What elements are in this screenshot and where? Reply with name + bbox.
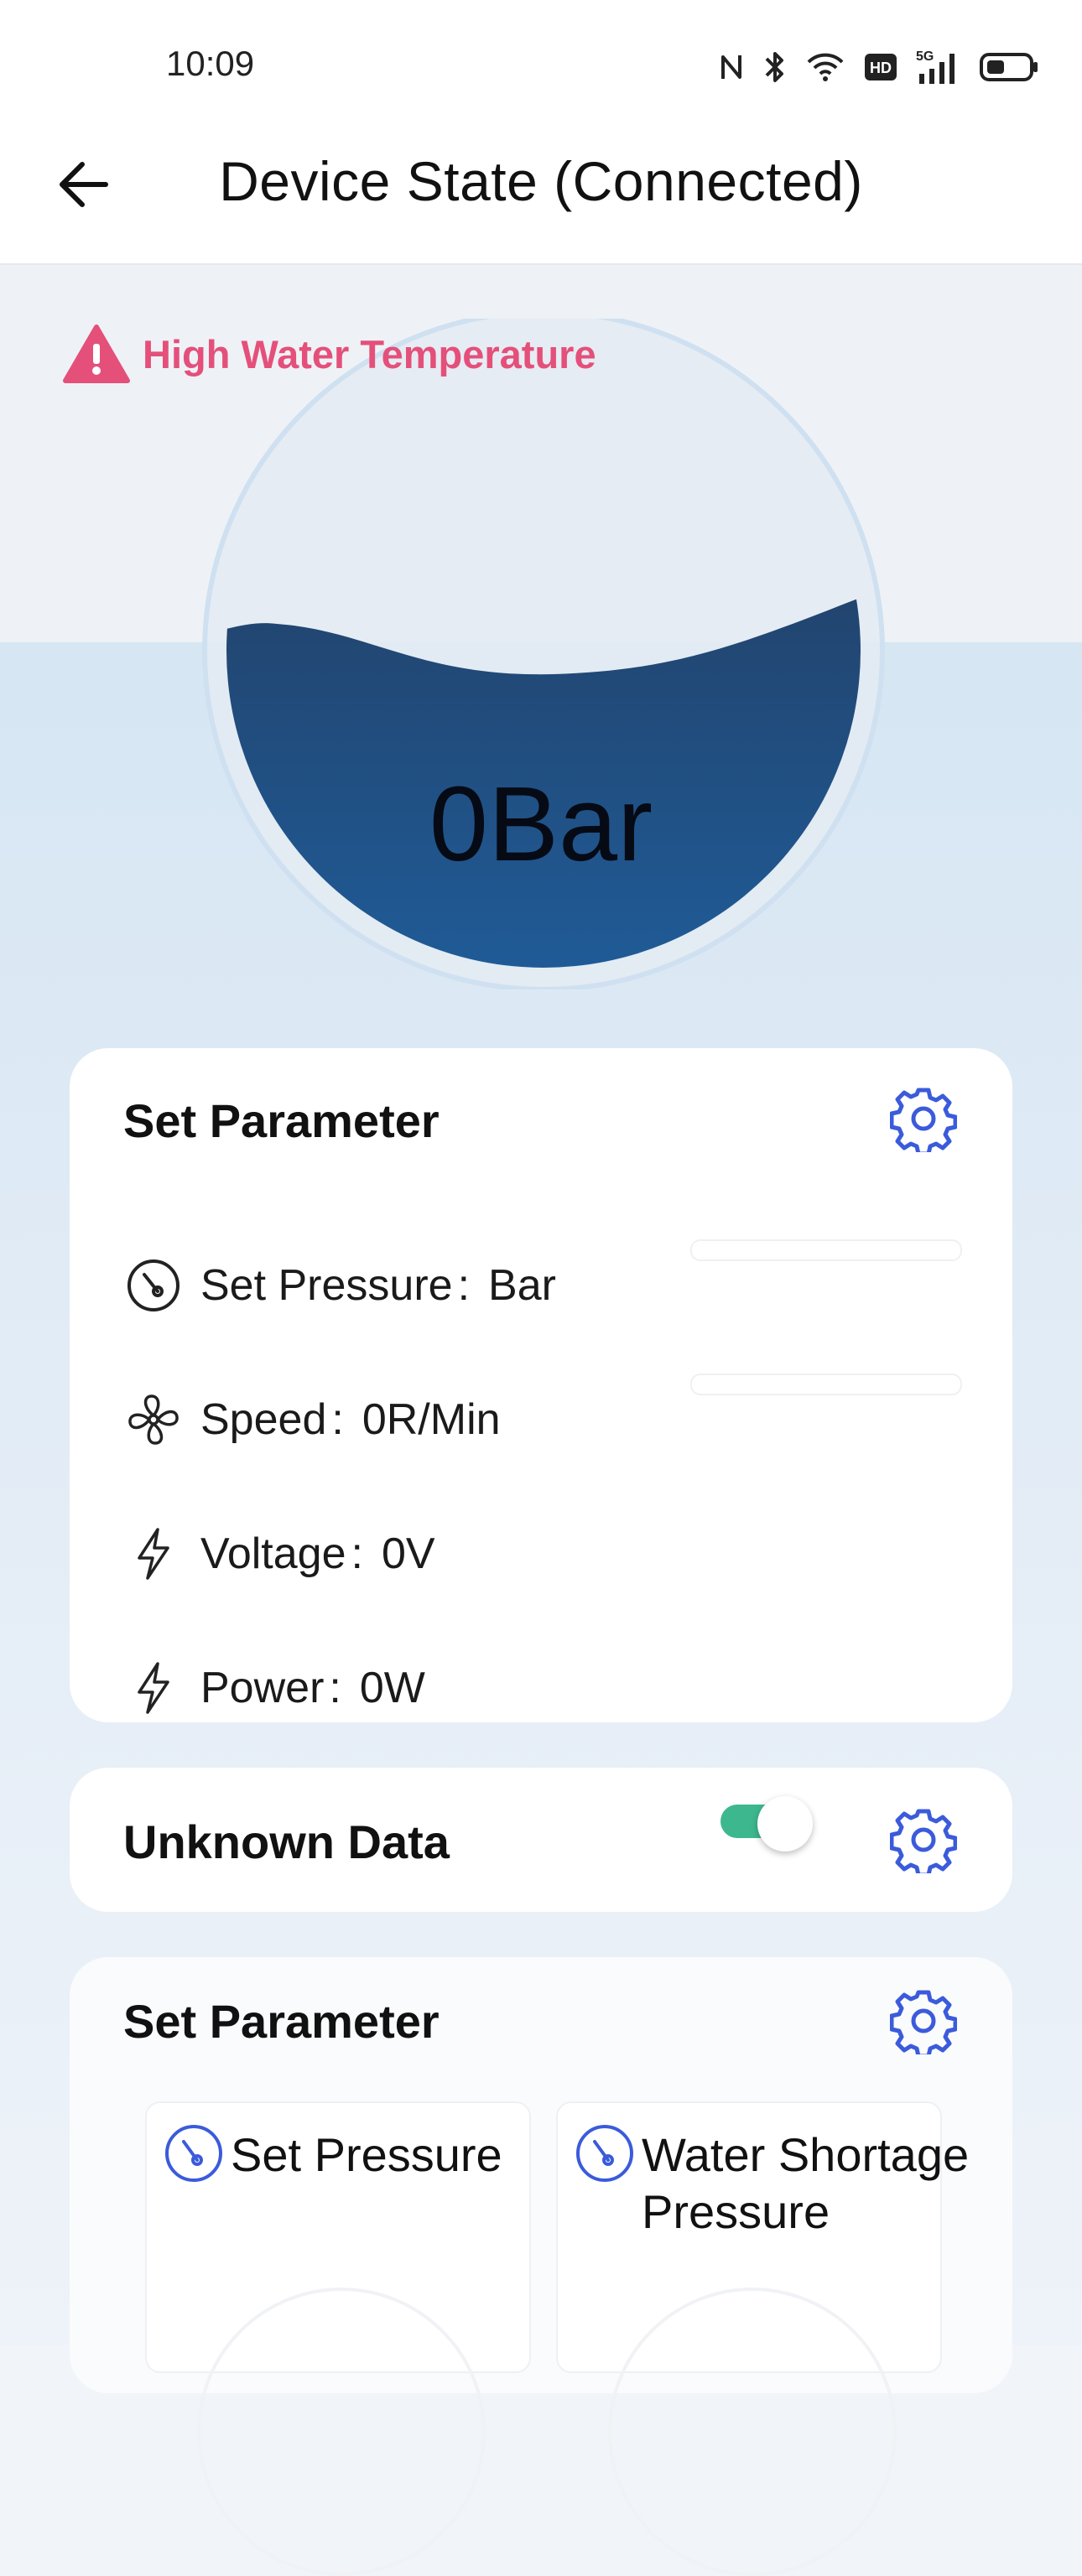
param-value: 0R/Min — [362, 1395, 501, 1444]
pressure-gauge — [202, 319, 885, 989]
settings-button[interactable] — [889, 1987, 958, 2059]
card-title: Set Parameter — [123, 1995, 440, 2048]
gauge-icon — [165, 2125, 222, 2182]
gauge-icon — [127, 1259, 179, 1311]
water-shortage-pressure-gauge-card[interactable]: Water Shortage Pressure — [556, 2101, 969, 2576]
gauge-ring — [608, 2288, 897, 2576]
set-pressure-gauge-card[interactable]: Set Pressure — [145, 2101, 531, 2576]
alarm-text: High Water Temperature — [143, 331, 596, 377]
status-bar: 10:09 HD 5G — [0, 0, 1082, 134]
param-label: Power — [200, 1664, 325, 1712]
5g-signal-icon: 5G — [916, 49, 955, 84]
warning-triangle-icon — [63, 325, 130, 383]
page-title: Device State (Connected) — [219, 150, 863, 212]
svg-text:5G: 5G — [916, 49, 934, 64]
param-separator: : — [457, 1261, 471, 1310]
param-label: Speed — [200, 1395, 327, 1444]
wifi-icon — [807, 53, 844, 81]
unknown-data-toggle[interactable] — [720, 1796, 821, 1852]
gauge-value: 0Bar — [429, 765, 653, 883]
speed-slider[interactable] — [690, 1374, 962, 1395]
gauge-card-label: Set Pressure — [231, 2128, 502, 2181]
battery-icon — [980, 53, 1038, 81]
status-time: 10:09 — [166, 44, 255, 83]
bluetooth-icon — [765, 52, 783, 82]
param-row-set-pressure: Set Pressure : Bar — [123, 1252, 556, 1319]
param-separator: : — [331, 1395, 344, 1444]
gear-icon — [889, 1088, 958, 1156]
param-row-power: Power : 0W — [123, 1654, 425, 1722]
set-parameter-card: Set Parameter Set Pressure : Bar Speed:… — [70, 1048, 1012, 1722]
param-value: 0V — [381, 1530, 435, 1578]
gear-icon — [889, 1990, 958, 2059]
card-title: Unknown Data — [123, 1815, 450, 1868]
toggle-thumb — [757, 1796, 813, 1852]
lightning-icon — [138, 1662, 169, 1714]
param-label: Set Pressure — [200, 1261, 453, 1310]
gauge-card-label: Water Shortage Pressure — [642, 2128, 970, 2238]
param-row-voltage: Voltage : 0V — [123, 1520, 435, 1587]
lightning-icon — [138, 1528, 169, 1580]
nfc-icon — [721, 55, 741, 79]
param-separator: : — [351, 1530, 363, 1578]
gear-icon — [889, 1809, 958, 1877]
settings-button[interactable] — [889, 1085, 958, 1156]
param-value: 0W — [359, 1664, 425, 1712]
param-row-speed: Speed : 0R/Min — [123, 1386, 501, 1453]
set-parameter-gauges-card: Set Parameter Set Pressure Water Shortag… — [70, 1957, 1012, 2576]
unknown-data-card: Unknown Data — [70, 1768, 1012, 1912]
status-icons: HD 5G — [718, 44, 1038, 91]
svg-text:HD: HD — [870, 60, 892, 76]
gauge-icon — [576, 2125, 633, 2182]
hd-icon: HD — [865, 54, 897, 80]
gauge-ring — [197, 2288, 486, 2576]
alarm-banner: High Water Temperature — [62, 324, 596, 384]
fan-icon — [128, 1394, 179, 1445]
param-label: Voltage — [200, 1530, 346, 1578]
card-title: Set Parameter — [123, 1094, 440, 1147]
set-pressure-slider[interactable] — [690, 1239, 962, 1261]
settings-button[interactable] — [889, 1806, 958, 1877]
param-value: Bar — [488, 1261, 556, 1310]
param-separator: : — [329, 1664, 341, 1712]
